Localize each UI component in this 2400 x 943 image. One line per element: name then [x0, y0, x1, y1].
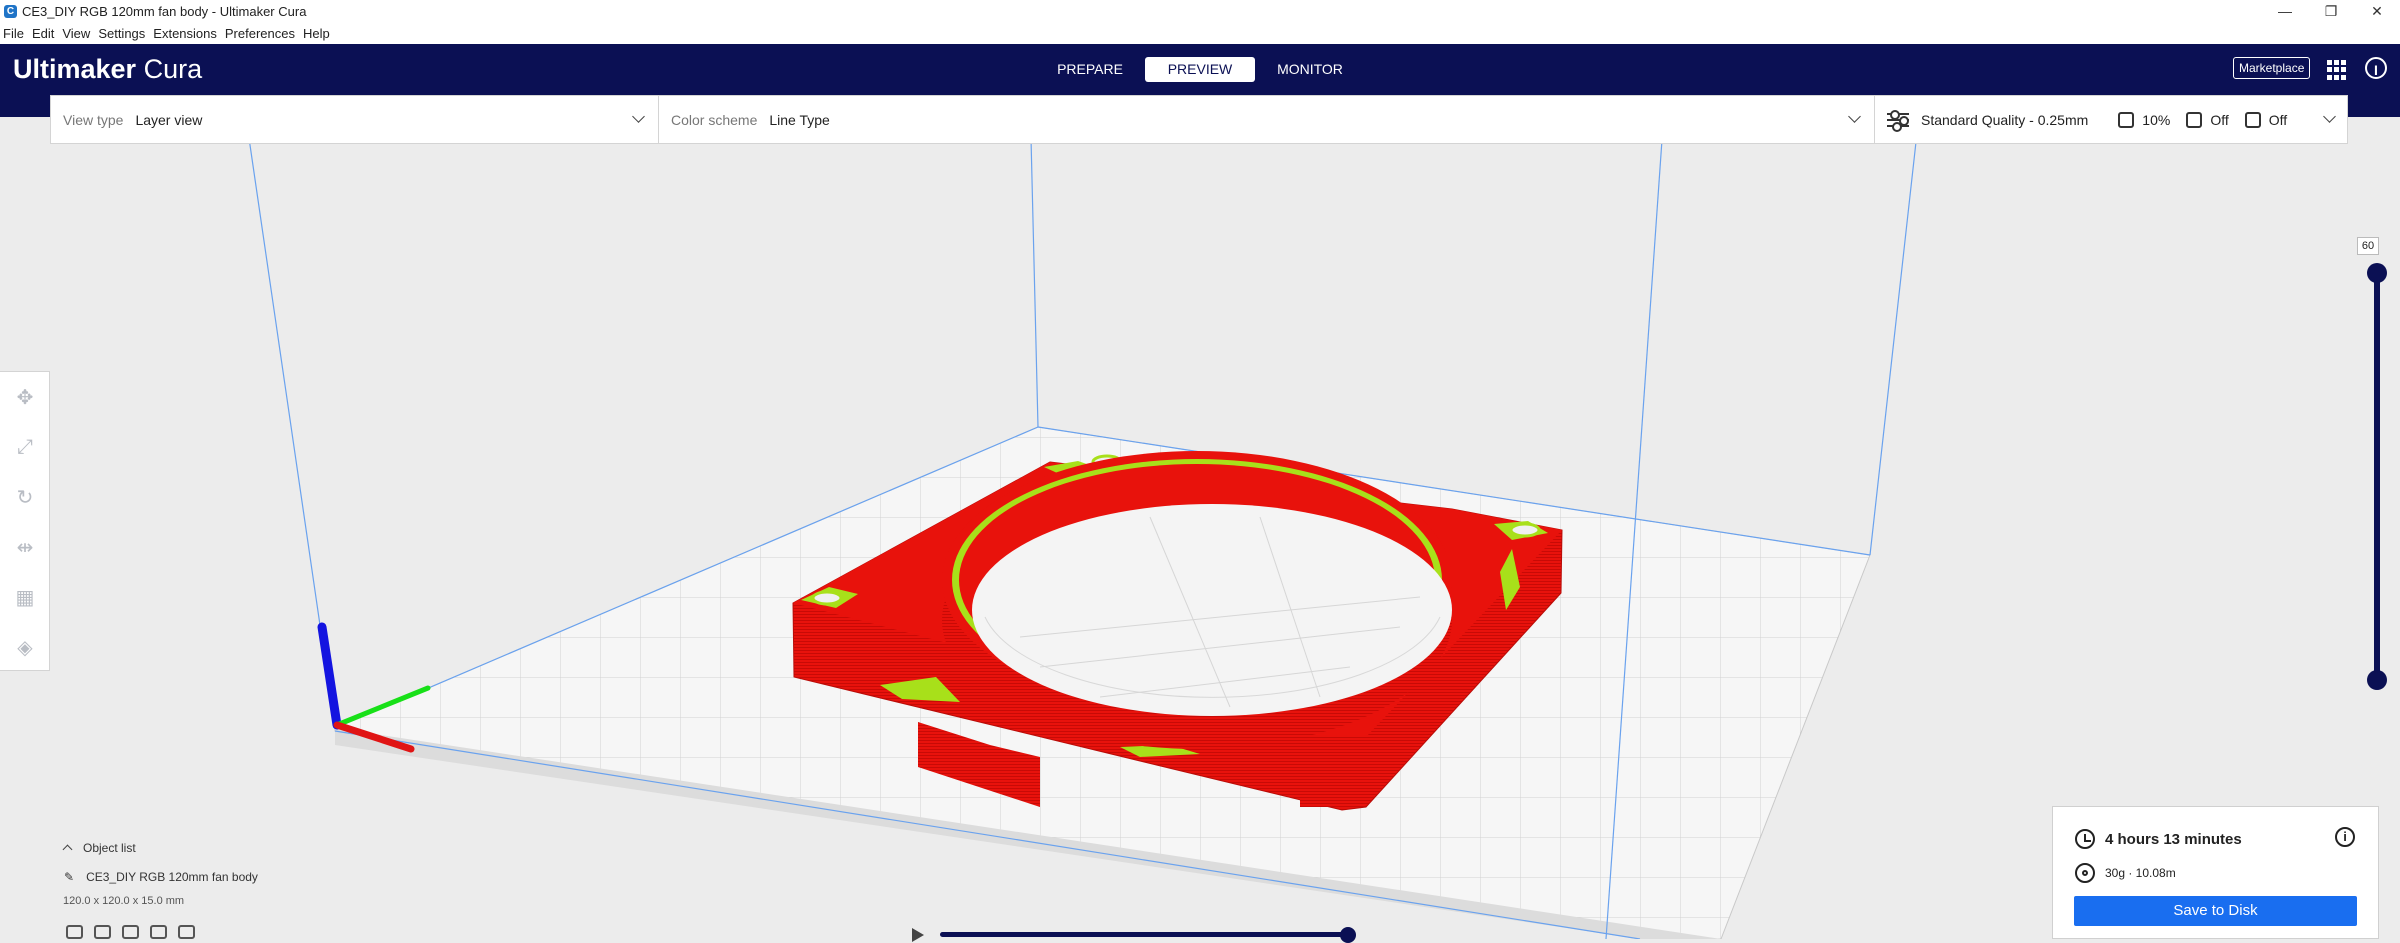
- view-right-icon[interactable]: [178, 925, 195, 939]
- chevron-up-icon: [62, 844, 73, 855]
- layer-slider-upper-handle[interactable]: [2367, 263, 2387, 283]
- pencil-icon: ✎: [64, 870, 75, 884]
- apps-grid-icon[interactable]: [2327, 60, 2347, 80]
- scale-icon[interactable]: ⤢: [0, 422, 50, 472]
- move-icon[interactable]: ✥: [0, 372, 50, 422]
- tab-prepare[interactable]: PREPARE: [1035, 57, 1145, 82]
- simulation-track[interactable]: [940, 932, 1350, 937]
- menu-view[interactable]: View: [58, 26, 94, 41]
- window-titlebar: C CE3_DIY RGB 120mm fan body - Ultimaker…: [0, 0, 2400, 22]
- window-title: CE3_DIY RGB 120mm fan body - Ultimaker C…: [22, 3, 307, 19]
- color-scheme-selector[interactable]: Color scheme Line Type: [671, 96, 830, 143]
- color-scheme-value: Line Type: [769, 111, 830, 128]
- layer-number-box[interactable]: 60: [2357, 237, 2379, 255]
- chevron-down-icon[interactable]: [1848, 110, 1861, 123]
- stage-tabs: PREPARE PREVIEW MONITOR: [1035, 57, 1365, 82]
- object-list-title: Object list: [83, 841, 136, 855]
- object-name: CE3_DIY RGB 120mm fan body: [86, 870, 258, 884]
- spool-icon: [2075, 863, 2095, 883]
- material-usage: 30g · 10.08m: [2105, 866, 2176, 880]
- menu-extensions[interactable]: Extensions: [149, 26, 221, 41]
- color-scheme-label: Color scheme: [671, 111, 758, 128]
- infill-icon: [2118, 111, 2135, 128]
- simulation-handle[interactable]: [1340, 927, 1356, 943]
- support-value: Off: [2210, 111, 2229, 128]
- material-row: 30g · 10.08m: [2075, 863, 2176, 883]
- object-dimensions: 120.0 x 120.0 x 15.0 mm: [63, 895, 185, 907]
- support-blocker-icon[interactable]: ◈: [0, 622, 50, 672]
- view-toolbar: View type Layer view Color scheme Line T…: [50, 95, 2348, 144]
- view-type-value: Layer view: [135, 111, 203, 128]
- layer-slider-track[interactable]: [2374, 272, 2380, 680]
- save-to-disk-button[interactable]: Save to Disk: [2074, 896, 2357, 926]
- tool-strip: ✥ ⤢ ↻ ⇹ ▦ ◈: [0, 371, 50, 671]
- menu-edit[interactable]: Edit: [28, 26, 58, 41]
- per-model-settings-icon[interactable]: ▦: [0, 572, 50, 622]
- menu-help[interactable]: Help: [299, 26, 334, 41]
- restore-button[interactable]: ❐: [2308, 0, 2354, 22]
- rotate-icon[interactable]: ↻: [0, 472, 50, 522]
- menu-preferences[interactable]: Preferences: [221, 26, 299, 41]
- adhesion-icon: [2244, 111, 2261, 128]
- menu-bar: File Edit View Settings Extensions Prefe…: [0, 22, 2400, 45]
- cura-app-icon: C: [4, 4, 17, 18]
- chevron-down-icon[interactable]: [632, 110, 645, 123]
- menu-file[interactable]: File: [0, 26, 28, 41]
- camera-view-buttons: [66, 925, 195, 939]
- print-settings-selector[interactable]: Standard Quality - 0.25mm 10% Off Off: [1887, 96, 2287, 143]
- profile-name: Standard Quality - 0.25mm: [1921, 111, 2089, 128]
- view-type-label: View type: [63, 111, 124, 128]
- view-left-icon[interactable]: [150, 925, 167, 939]
- app-logo: Ultimaker Cura: [13, 54, 203, 84]
- object-list-item[interactable]: ✎ CE3_DIY RGB 120mm fan body: [64, 870, 258, 884]
- tab-monitor[interactable]: MONITOR: [1255, 57, 1365, 82]
- print-info-panel: 4 hours 13 minutes i 30g · 10.08m Save t…: [2052, 806, 2379, 939]
- view-front-icon[interactable]: [94, 925, 111, 939]
- menu-settings[interactable]: Settings: [94, 26, 149, 41]
- infill-value: 10%: [2142, 111, 2171, 128]
- layer-slider-lower-handle[interactable]: [2367, 670, 2387, 690]
- minimize-button[interactable]: —: [2262, 0, 2308, 22]
- object-list-toggle[interactable]: Object list: [62, 841, 136, 855]
- window-controls: — ❐ ✕: [2262, 0, 2400, 22]
- view-top-icon[interactable]: [122, 925, 139, 939]
- clock-icon: [2075, 829, 2095, 849]
- chevron-down-icon[interactable]: [2323, 110, 2336, 123]
- mirror-icon[interactable]: ⇹: [0, 522, 50, 572]
- view-type-selector[interactable]: View type Layer view: [63, 96, 202, 143]
- print-time: 4 hours 13 minutes: [2105, 830, 2242, 848]
- account-icon[interactable]: I: [2365, 57, 2387, 79]
- simulation-play-icon[interactable]: [912, 928, 924, 942]
- settings-sliders-icon: [1887, 109, 1909, 132]
- print-time-row: 4 hours 13 minutes: [2075, 829, 2242, 849]
- close-button[interactable]: ✕: [2354, 0, 2400, 22]
- support-icon: [2186, 111, 2203, 128]
- view-3d-icon[interactable]: [66, 925, 83, 939]
- marketplace-button[interactable]: Marketplace: [2233, 57, 2311, 79]
- info-icon[interactable]: i: [2335, 827, 2355, 847]
- viewport-3d[interactable]: [0, 117, 2400, 939]
- tab-preview[interactable]: PREVIEW: [1145, 57, 1255, 82]
- adhesion-value: Off: [2268, 111, 2288, 128]
